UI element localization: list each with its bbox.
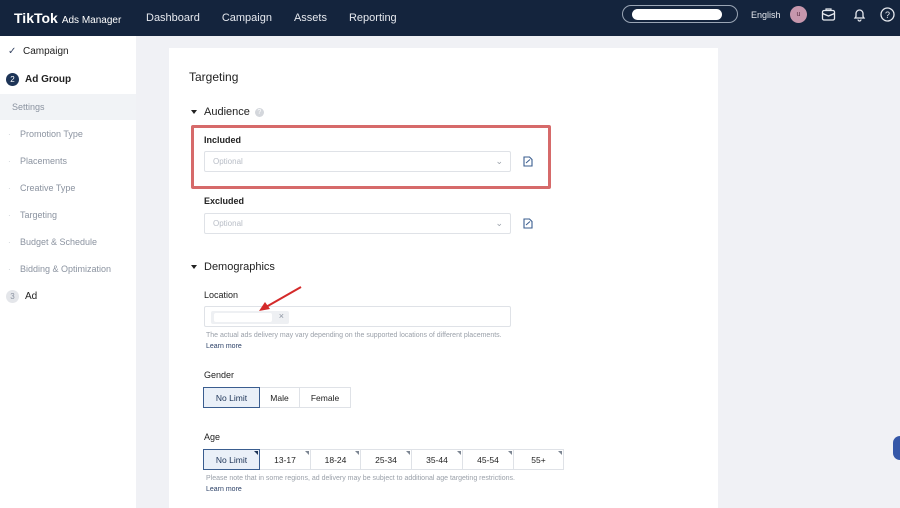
sidebar-step-label: Ad: [25, 290, 38, 302]
help-icon[interactable]: ?: [879, 6, 896, 23]
top-navigation-bar: TikTok Ads Manager Dashboard Campaign As…: [0, 0, 900, 36]
audience-section-toggle[interactable]: Audience ?: [191, 106, 264, 118]
upload-file-icon[interactable]: [523, 156, 533, 167]
dot-icon: ·: [8, 210, 11, 220]
redacted-account-name: [632, 9, 722, 20]
check-icon: ✓: [8, 45, 17, 57]
gender-option-female[interactable]: Female: [300, 387, 351, 408]
step-number-badge: 3: [6, 289, 19, 303]
caret-down-icon: [191, 265, 197, 269]
age-option-35-44[interactable]: 35-44: [412, 449, 463, 470]
age-label: Age: [204, 432, 221, 442]
red-arrow-annotation-icon: [259, 286, 302, 311]
age-segmented-control: No Limit 13-17 18-24 25-34 35-44 45-54 5…: [203, 449, 564, 470]
sidebar-step-label: Campaign: [23, 45, 69, 57]
sidebar-item-promotion-type[interactable]: · Promotion Type: [0, 121, 136, 147]
sidebar-item-budget-schedule[interactable]: · Budget & Schedule: [0, 229, 136, 255]
briefcase-icon[interactable]: [820, 6, 837, 23]
demographics-section-toggle[interactable]: Demographics: [191, 261, 275, 273]
sidebar-step-label: Ad Group: [25, 73, 72, 85]
sidebar-item-label: Placements: [20, 156, 68, 166]
nav-campaign[interactable]: Campaign: [222, 12, 272, 24]
location-label: Location: [204, 290, 239, 300]
targeting-card: Targeting Audience ? Included Optional ⌄…: [169, 48, 718, 508]
age-option-25-34[interactable]: 25-34: [361, 449, 412, 470]
sidebar: ✓ Campaign 2 Ad Group Settings · Promoti…: [0, 36, 136, 508]
account-selector[interactable]: [622, 5, 738, 23]
sidebar-item-label: Creative Type: [20, 183, 76, 193]
tiktok-ads-logo[interactable]: TikTok Ads Manager: [14, 10, 136, 26]
location-select[interactable]: ×: [204, 306, 511, 327]
sidebar-step-ad-group[interactable]: 2 Ad Group: [0, 66, 136, 92]
sidebar-step-campaign[interactable]: ✓ Campaign: [0, 38, 136, 64]
floating-help-button[interactable]: [893, 436, 900, 460]
audience-heading: Audience: [204, 106, 250, 118]
chevron-down-icon: ⌄: [495, 156, 503, 166]
dot-icon: ·: [8, 129, 11, 139]
sidebar-item-label: Settings: [12, 102, 45, 112]
dot-icon: ·: [8, 183, 11, 193]
age-option-45-54[interactable]: 45-54: [463, 449, 514, 470]
location-hint: The actual ads delivery may vary dependi…: [206, 332, 502, 339]
location-learn-more-link[interactable]: Learn more: [206, 343, 242, 350]
nav-dashboard[interactable]: Dashboard: [146, 12, 200, 24]
excluded-label: Excluded: [204, 196, 245, 206]
nav-reporting[interactable]: Reporting: [349, 12, 397, 24]
demographics-heading: Demographics: [204, 261, 275, 273]
main-nav: Dashboard Campaign Assets Reporting: [146, 12, 419, 24]
avatar[interactable]: u: [790, 6, 807, 23]
info-icon[interactable]: ?: [254, 107, 264, 117]
included-label: Included: [204, 135, 242, 145]
excluded-placeholder: Optional: [213, 219, 243, 228]
sidebar-item-label: Targeting: [20, 210, 58, 220]
age-option-18-24[interactable]: 18-24: [311, 449, 361, 470]
dot-icon: ·: [8, 264, 11, 274]
sidebar-step-ad[interactable]: 3 Ad: [0, 283, 136, 309]
logo-subtitle: Ads Manager: [61, 15, 122, 26]
age-option-13-17[interactable]: 13-17: [260, 449, 311, 470]
redacted-location-name: [214, 313, 272, 322]
age-option-55-plus[interactable]: 55+: [514, 449, 564, 470]
sidebar-item-label: Bidding & Optimization: [20, 264, 112, 274]
sidebar-item-settings[interactable]: Settings: [0, 94, 136, 120]
age-learn-more-link[interactable]: Learn more: [206, 486, 242, 493]
gender-label: Gender: [204, 370, 235, 380]
nav-assets[interactable]: Assets: [294, 12, 327, 24]
bell-icon[interactable]: [851, 6, 868, 23]
age-hint: Please note that in some regions, ad del…: [206, 475, 515, 482]
gender-option-male[interactable]: Male: [260, 387, 300, 408]
excluded-audience-select[interactable]: Optional ⌄: [204, 213, 511, 234]
upload-file-icon[interactable]: [523, 218, 533, 229]
language-switcher[interactable]: English: [751, 10, 781, 20]
sidebar-item-placements[interactable]: · Placements: [0, 148, 136, 174]
sidebar-item-creative-type[interactable]: · Creative Type: [0, 175, 136, 201]
dot-icon: ·: [8, 237, 11, 247]
chevron-down-icon: ⌄: [495, 218, 503, 228]
sidebar-item-targeting[interactable]: · Targeting: [0, 202, 136, 228]
gender-segmented-control: No Limit Male Female: [203, 387, 351, 408]
step-number-badge: 2: [6, 72, 19, 86]
included-placeholder: Optional: [213, 157, 243, 166]
gender-option-no-limit[interactable]: No Limit: [203, 387, 260, 408]
sidebar-item-label: Promotion Type: [20, 129, 83, 139]
page-title: Targeting: [189, 70, 239, 84]
logo-brand: TikTok: [14, 10, 58, 26]
age-option-no-limit[interactable]: No Limit: [203, 449, 260, 470]
svg-text:?: ?: [885, 10, 890, 20]
sidebar-item-label: Budget & Schedule: [20, 237, 98, 247]
caret-down-icon: [191, 110, 197, 114]
included-audience-select[interactable]: Optional ⌄: [204, 151, 511, 172]
dot-icon: ·: [8, 156, 11, 166]
sidebar-item-bidding-optimization[interactable]: · Bidding & Optimization: [0, 256, 136, 282]
